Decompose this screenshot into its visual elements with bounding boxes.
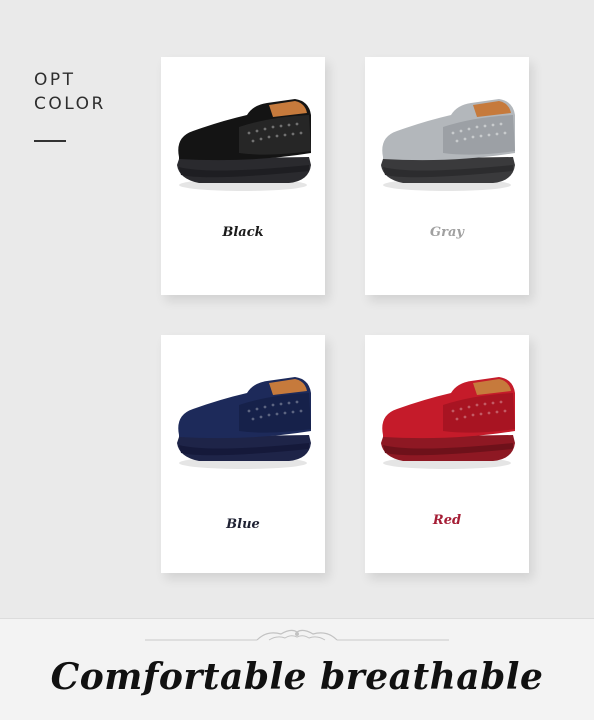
heading-underline: [34, 140, 66, 142]
color-label: Black: [222, 225, 264, 240]
feature-tagline: Comfortable breathable: [50, 656, 544, 698]
color-label: Blue: [226, 517, 260, 532]
shoe-black-image: [177, 99, 311, 191]
section-heading: OPT COLOR: [34, 68, 106, 116]
heading-line-1: OPT: [34, 70, 76, 90]
color-card-red[interactable]: Red: [365, 335, 529, 573]
color-card-black[interactable]: Black: [161, 57, 325, 295]
shoe-red-image: [381, 377, 515, 469]
flourish-ornament-icon: [145, 629, 449, 641]
color-card-gray[interactable]: Gray: [365, 57, 529, 295]
heading-line-2: COLOR: [34, 94, 106, 114]
color-label: Gray: [430, 225, 464, 240]
shoe-gray-image: [381, 99, 515, 191]
color-card-blue[interactable]: Blue: [161, 335, 325, 573]
section-divider: [0, 618, 594, 619]
shoe-blue-image: [177, 377, 311, 469]
color-label: Red: [432, 513, 462, 528]
